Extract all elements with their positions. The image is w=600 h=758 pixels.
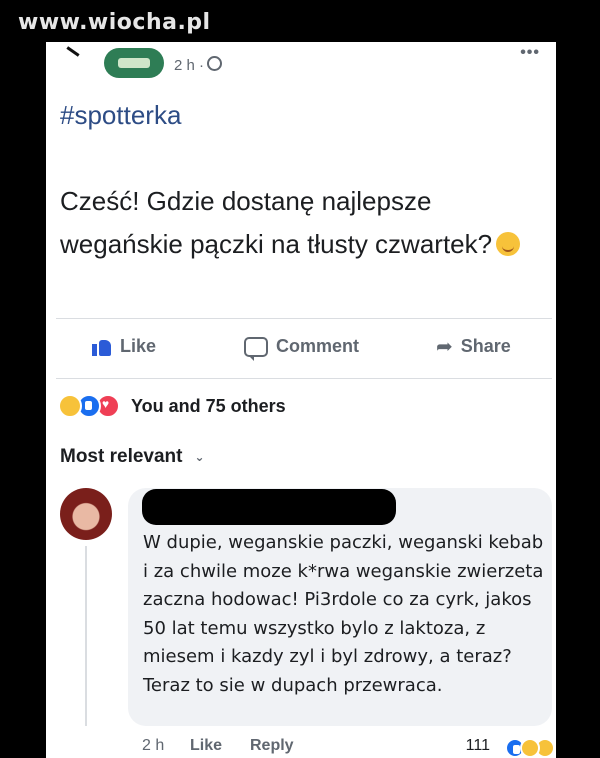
comment-icon <box>244 336 268 361</box>
post-text: Cześć! Gdzie dostanę najlepsze wegańskie… <box>60 180 530 266</box>
thread-line <box>85 546 87 726</box>
thumbs-up-icon <box>92 338 112 356</box>
divider <box>56 378 552 379</box>
share-label: Share <box>460 336 511 356</box>
comment-label: Comment <box>276 336 360 356</box>
post-meta: 2 h · <box>174 56 223 74</box>
group-avatar[interactable] <box>104 48 164 78</box>
chevron-down-icon: ⌄ <box>194 450 205 464</box>
like-label: Like <box>120 336 157 356</box>
post-actions-bar: Like Comment ➦ Share <box>46 332 556 364</box>
profile-picture-fragment <box>66 46 80 57</box>
comment-time[interactable]: 2 h <box>142 737 164 755</box>
globe-icon <box>207 56 223 71</box>
commenter-avatar[interactable] <box>60 488 112 540</box>
comment-button[interactable]: Comment <box>244 336 360 361</box>
hashtag-link[interactable]: #spotterka <box>60 100 181 131</box>
smiling-face-emoji-icon <box>496 232 521 256</box>
reactions-summary[interactable]: You and 75 others <box>58 394 286 418</box>
post-header: 2 h · ••• <box>46 42 556 86</box>
share-button[interactable]: ➦ Share <box>436 336 511 357</box>
redacted-commenter-name <box>142 489 396 525</box>
comment-reply-button[interactable]: Reply <box>250 737 294 755</box>
comment-text: W dupie, weganskie paczki, weganski keba… <box>143 532 544 696</box>
post-card: 2 h · ••• #spotterka Cześć! Gdzie dostan… <box>46 42 556 758</box>
comment-like-button[interactable]: Like <box>190 737 222 755</box>
comment-actions: 2 h Like Reply 111 <box>142 737 555 758</box>
comment-sort-dropdown[interactable]: Most relevant ⌄ <box>60 446 205 468</box>
watermark: www.wiocha.pl <box>18 10 211 35</box>
sort-label: Most relevant <box>60 446 183 467</box>
post-text-content: Cześć! Gdzie dostanę najlepsze wegańskie… <box>60 186 493 259</box>
like-button[interactable]: Like <box>92 336 156 357</box>
divider <box>56 318 552 319</box>
haha-reaction-icon <box>58 394 82 418</box>
share-arrow-icon: ➦ <box>436 335 453 358</box>
comment-reactions[interactable] <box>505 738 555 758</box>
reaction-count-text: You and 75 others <box>131 395 286 416</box>
comment-reaction-count[interactable]: 111 <box>466 737 490 755</box>
more-options-button[interactable]: ••• <box>520 44 540 62</box>
haha-reaction-icon <box>520 738 540 758</box>
post-time[interactable]: 2 h · <box>174 57 204 74</box>
